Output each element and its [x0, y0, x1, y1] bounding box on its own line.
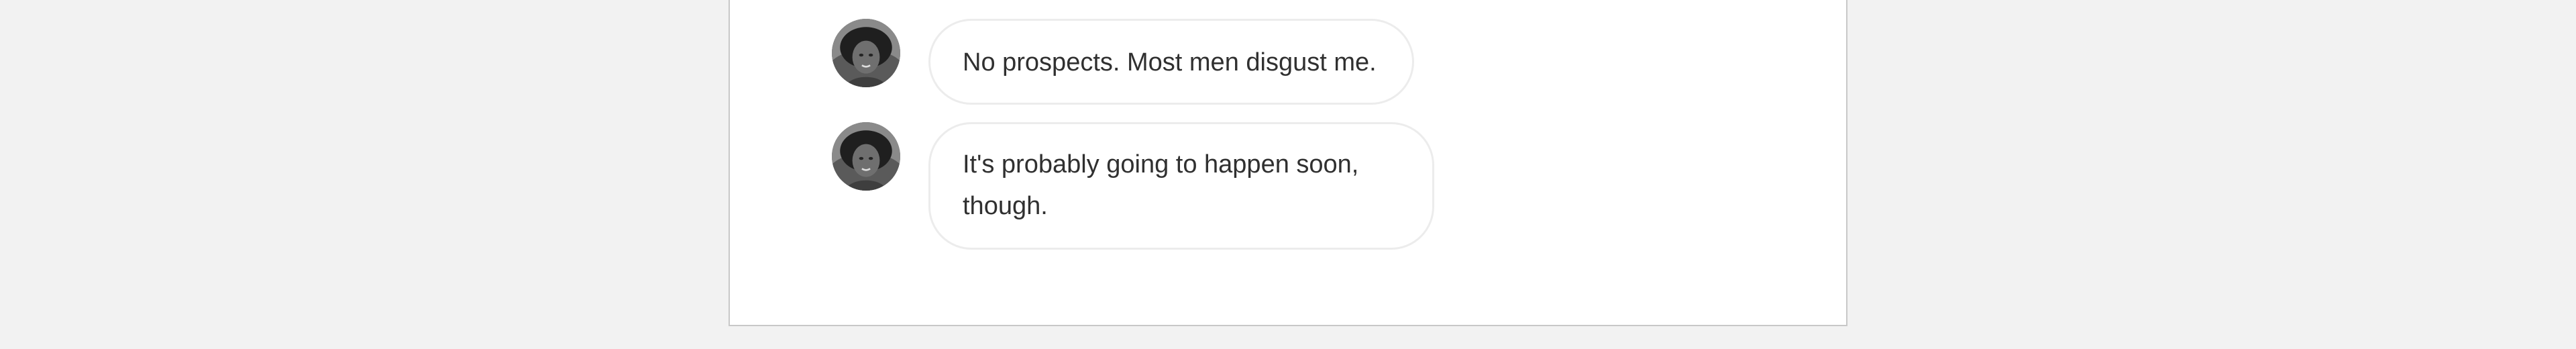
avatar	[832, 122, 900, 191]
avatar-photo-icon	[832, 19, 900, 87]
chat-message: No prospects. Most men disgust me.	[832, 19, 1414, 105]
avatar-photo-icon	[832, 122, 900, 191]
avatar	[832, 19, 900, 87]
message-bubble: No prospects. Most men disgust me.	[928, 19, 1414, 105]
chat-message: It's probably going to happen soon, thou…	[832, 122, 1434, 250]
message-bubble: It's probably going to happen soon, thou…	[928, 122, 1434, 250]
